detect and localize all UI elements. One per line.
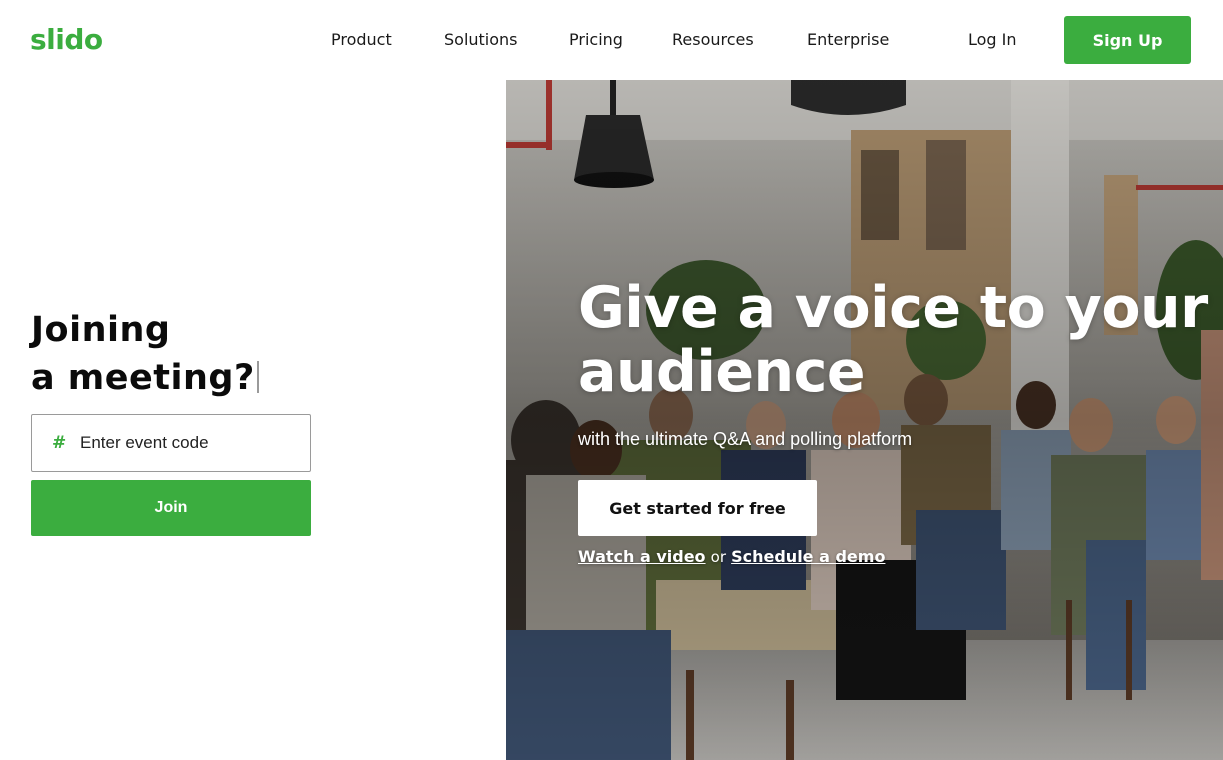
hash-icon: #: [52, 433, 67, 453]
event-code-field[interactable]: #: [31, 414, 311, 472]
join-heading: Joining a meeting?: [31, 306, 259, 402]
nav-pricing[interactable]: Pricing: [569, 30, 623, 49]
nav-enterprise[interactable]: Enterprise: [807, 30, 889, 49]
audience-photo: [506, 80, 1223, 760]
slido-logo[interactable]: slido: [30, 23, 103, 56]
get-started-button[interactable]: Get started for free: [578, 480, 817, 536]
hero-banner: Give a voice to your audience with the u…: [506, 80, 1223, 760]
hero-headline: Give a voice to your audience: [578, 275, 1208, 405]
nav-resources[interactable]: Resources: [672, 30, 754, 49]
watch-video-link[interactable]: Watch a video: [578, 547, 706, 566]
schedule-demo-link[interactable]: Schedule a demo: [731, 547, 885, 566]
login-link[interactable]: Log In: [968, 30, 1017, 49]
signup-button[interactable]: Sign Up: [1064, 16, 1191, 64]
text-cursor: [256, 361, 259, 393]
join-heading-line1: Joining: [31, 310, 171, 350]
event-code-input[interactable]: [80, 416, 305, 470]
top-nav: slido Product Solutions Pricing Resource…: [0, 0, 1223, 80]
join-button[interactable]: Join: [31, 480, 311, 536]
join-heading-line2: a meeting?: [31, 358, 255, 398]
hero-links: Watch a video or Schedule a demo: [578, 547, 885, 566]
hero-subheadline: with the ultimate Q&A and polling platfo…: [578, 429, 913, 449]
or-text: or: [710, 548, 726, 566]
nav-solutions[interactable]: Solutions: [444, 30, 518, 49]
nav-product[interactable]: Product: [331, 30, 392, 49]
